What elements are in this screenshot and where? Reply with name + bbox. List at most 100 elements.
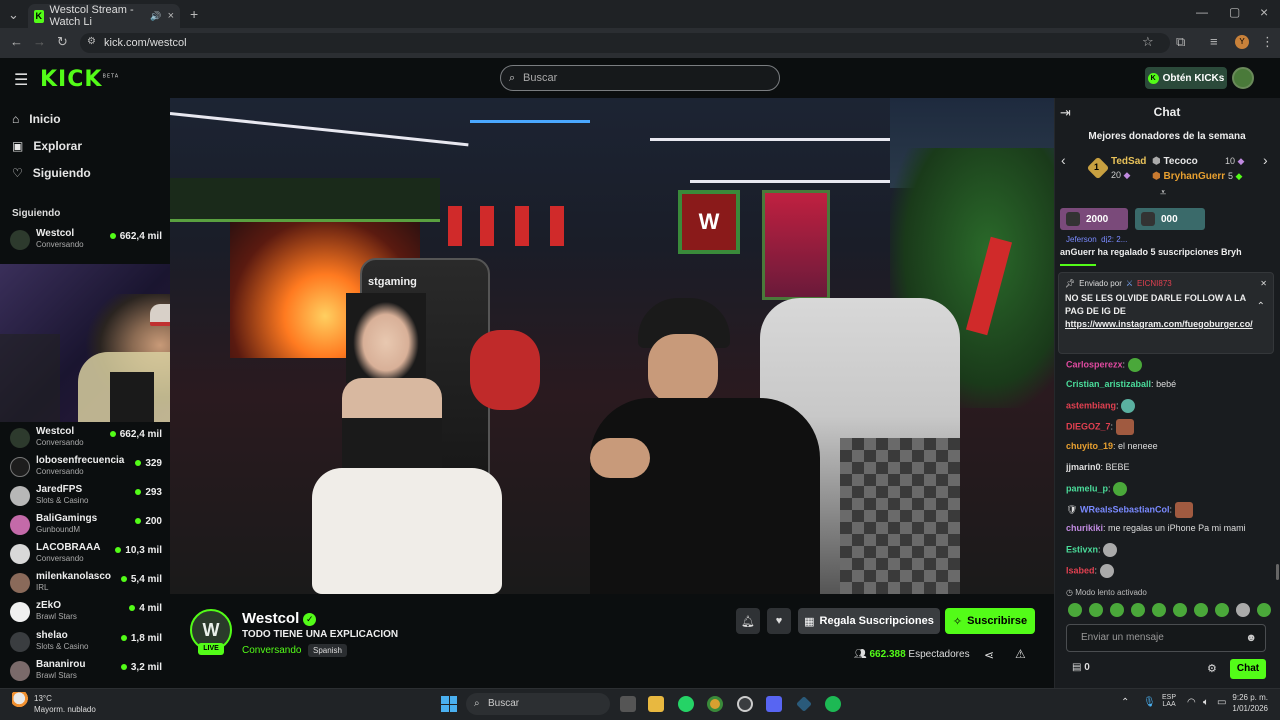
- quick-emote-icon[interactable]: [1257, 603, 1271, 617]
- video-player[interactable]: W stgaming: [170, 98, 1054, 594]
- following-channel-item[interactable]: shelao Slots & Casino 1,8 mil: [10, 630, 162, 658]
- weather-icon[interactable]: [12, 692, 30, 708]
- discord-icon[interactable]: [766, 696, 782, 712]
- site-search-input[interactable]: ⌕ Buscar: [500, 65, 780, 91]
- battery-icon[interactable]: ▭: [1217, 697, 1226, 708]
- back-icon[interactable]: ←: [10, 35, 23, 48]
- url-field[interactable]: ⚙ kick.com/westcol: [80, 33, 1170, 53]
- nav-explorar[interactable]: ▣ Explorar: [12, 139, 82, 153]
- chat-scrollbar[interactable]: [1276, 564, 1279, 580]
- donor-name[interactable]: TedSad: [1111, 156, 1146, 167]
- kicks-balance[interactable]: ▤ 0: [1072, 662, 1090, 673]
- pinned-link[interactable]: https://www.instagram.com/fuegoburger.co…: [1065, 318, 1255, 331]
- profile-avatar[interactable]: Y: [1235, 35, 1249, 49]
- browser-menu-icon[interactable]: ⋮: [1261, 35, 1274, 48]
- chat-username[interactable]: churikiki: [1066, 523, 1103, 533]
- weather-temp[interactable]: 13°C: [34, 694, 52, 703]
- reload-icon[interactable]: ↻: [57, 35, 68, 48]
- wifi-icon[interactable]: ◠: [1187, 697, 1196, 708]
- chat-username[interactable]: pamelu_p: [1066, 483, 1108, 493]
- minimize-icon[interactable]: —: [1196, 6, 1208, 18]
- user-avatar[interactable]: [1232, 67, 1254, 89]
- forward-icon[interactable]: →: [33, 35, 46, 48]
- quick-emote-icon[interactable]: [1068, 603, 1082, 617]
- quick-emote-icon[interactable]: [1131, 603, 1145, 617]
- get-kicks-button[interactable]: K Obtén KICKs: [1145, 67, 1227, 89]
- send-chat-button[interactable]: Chat: [1230, 659, 1266, 679]
- chat-username[interactable]: DIEGOZ_7: [1066, 421, 1111, 431]
- donor-name[interactable]: ⬢ Tecoco: [1152, 156, 1198, 167]
- chat-username[interactable]: Carlosperezx: [1066, 359, 1123, 369]
- weather-desc[interactable]: Mayorm. nublado: [34, 705, 96, 714]
- hamburger-menu-icon[interactable]: ☰: [14, 70, 28, 90]
- donors-toggle-icon[interactable]: ⩡: [1160, 187, 1166, 200]
- new-tab-icon[interactable]: +: [190, 7, 198, 21]
- emoji-picker-icon[interactable]: ☻: [1245, 625, 1257, 651]
- donors-prev-icon[interactable]: ‹: [1061, 152, 1066, 168]
- language-tag[interactable]: Spanish: [308, 644, 347, 657]
- chrome-icon[interactable]: [707, 696, 723, 712]
- tray-chevron-icon[interactable]: ⌃: [1121, 697, 1129, 708]
- chat-username[interactable]: Estivxn: [1066, 544, 1098, 554]
- following-channel-item[interactable]: zEkO Brawl Stars 4 mil: [10, 600, 162, 628]
- following-channel-item[interactable]: Bananirou Brawl Stars 3,2 mil: [10, 659, 162, 687]
- streamer-name[interactable]: Westcol ✓: [242, 610, 317, 627]
- chat-username[interactable]: jjmarin0: [1066, 462, 1101, 472]
- chat-username[interactable]: WRealsSebastianCol: [1080, 504, 1170, 514]
- window-close-icon[interactable]: ×: [1260, 5, 1268, 19]
- donor-name[interactable]: ⬢ BryhanGuerr: [1152, 171, 1225, 182]
- following-channel-item[interactable]: Westcol Conversando 662,4 mil: [10, 426, 162, 454]
- nav-inicio[interactable]: ⌂ Inicio: [12, 112, 61, 126]
- extensions-icon[interactable]: ⧉: [1176, 35, 1185, 48]
- clock[interactable]: 9:26 p. m. 1/01/2026: [1228, 693, 1268, 713]
- collapse-pin-icon[interactable]: ⌃: [1257, 301, 1265, 312]
- input-language[interactable]: ESP LAA: [1162, 694, 1176, 708]
- tab-close-icon[interactable]: ×: [168, 10, 174, 22]
- chat-username[interactable]: astembiang: [1066, 400, 1116, 410]
- follow-button[interactable]: ♥: [767, 608, 791, 634]
- audio-icon[interactable]: 🔊: [150, 11, 161, 21]
- quick-emote-icon[interactable]: [1215, 603, 1229, 617]
- tab-list-icon[interactable]: ⌄: [8, 8, 19, 21]
- kicks-pill[interactable]: 000: [1135, 208, 1205, 230]
- chat-message-input[interactable]: Enviar un mensaje ☻: [1066, 624, 1266, 652]
- following-channel-top[interactable]: Westcol Conversando 662,4 mil: [10, 228, 162, 256]
- kick-logo[interactable]: KICKBETA: [40, 67, 119, 92]
- app-icon[interactable]: [737, 696, 753, 712]
- taskbar-search[interactable]: ⌕ Buscar: [466, 693, 610, 715]
- start-menu-icon[interactable]: [441, 696, 457, 712]
- subscribe-button[interactable]: ✧ Suscribirse: [945, 608, 1035, 634]
- following-channel-item[interactable]: milenkanolasco IRL 5,4 mil: [10, 571, 162, 599]
- unpin-icon[interactable]: ✕: [1260, 279, 1267, 288]
- following-channel-item[interactable]: BaliGamings GunboundM 200: [10, 513, 162, 541]
- pinned-message[interactable]: 📌︎ Enviado por ⚔ EICNI873 ✕ NO SE LES OL…: [1058, 272, 1274, 354]
- pinned-sender[interactable]: EICNI873: [1137, 279, 1172, 288]
- quick-emote-icon[interactable]: [1089, 603, 1103, 617]
- file-explorer-icon[interactable]: [648, 696, 664, 712]
- media-controls-icon[interactable]: ≡: [1210, 35, 1218, 48]
- following-channel-item[interactable]: JaredFPS Slots & Casino 293: [10, 484, 162, 512]
- site-info-icon[interactable]: ⚙: [87, 37, 96, 47]
- volume-icon[interactable]: 🔈︎: [1203, 697, 1209, 708]
- maximize-icon[interactable]: ▢: [1229, 6, 1240, 18]
- donors-next-icon[interactable]: ›: [1263, 152, 1268, 168]
- bookmark-star-icon[interactable]: ☆: [1142, 35, 1154, 48]
- share-icon[interactable]: ⋖: [984, 648, 994, 662]
- quick-emote-icon[interactable]: [1110, 603, 1124, 617]
- nav-siguiendo[interactable]: ♡ Siguiendo: [12, 166, 91, 180]
- quick-emote-icon[interactable]: [1236, 603, 1250, 617]
- quick-emote-icon[interactable]: [1194, 603, 1208, 617]
- notification-bell-button[interactable]: 🔔︎: [736, 608, 760, 634]
- quick-emote-icon[interactable]: [1152, 603, 1166, 617]
- report-icon[interactable]: ⚠: [1015, 647, 1026, 661]
- stream-category[interactable]: Conversando: [242, 645, 301, 656]
- following-channel-item[interactable]: LACOBRAAA Conversando 10,3 mil: [10, 542, 162, 570]
- quick-emote-icon[interactable]: [1173, 603, 1187, 617]
- mic-icon[interactable]: 🎙︎: [1143, 697, 1156, 708]
- following-channel-item[interactable]: lobosenfrecuencia Conversando 329: [10, 455, 162, 483]
- task-view-icon[interactable]: [620, 696, 636, 712]
- chat-username[interactable]: Isabed: [1066, 565, 1095, 575]
- gift-subs-button[interactable]: ▦ Regala Suscripciones: [798, 608, 940, 634]
- spotify-icon[interactable]: [825, 696, 841, 712]
- chat-settings-icon[interactable]: ⚙: [1207, 662, 1217, 675]
